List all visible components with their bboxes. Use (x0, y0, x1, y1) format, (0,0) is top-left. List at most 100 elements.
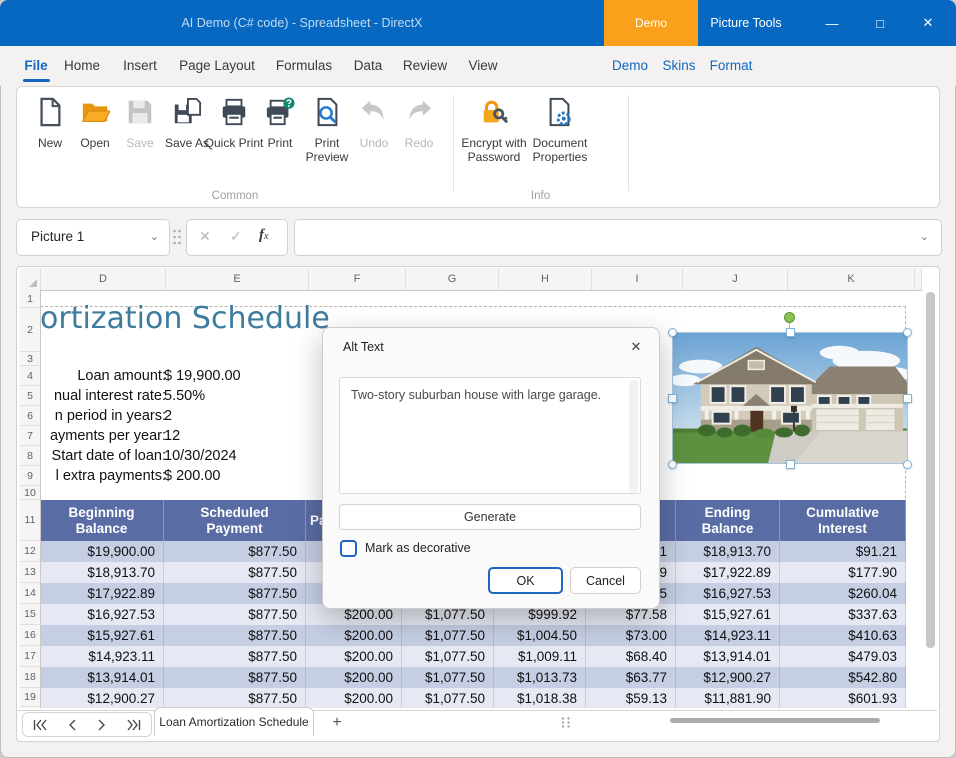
cell[interactable]: $16,927.53 (676, 583, 780, 604)
row-header[interactable]: 1 (20, 290, 40, 308)
minimize-button[interactable]: — (810, 0, 854, 46)
tab-data[interactable]: Data (348, 53, 388, 79)
loan-label[interactable]: l extra payments: (40, 466, 166, 486)
chevron-down-icon[interactable]: ⌄ (150, 230, 159, 243)
cell[interactable]: $200.00 (306, 625, 402, 646)
cell[interactable]: $16,927.53 (40, 604, 164, 625)
resize-handle-w[interactable] (668, 394, 677, 403)
previous-sheet-icon[interactable] (68, 719, 77, 731)
cell[interactable]: $14,923.11 (676, 625, 780, 646)
alt-text-textarea[interactable]: Two-story suburban house with large gara… (339, 377, 641, 494)
resize-handle-nw[interactable] (668, 328, 677, 337)
tab-demo[interactable]: Demo (610, 53, 650, 79)
table-header-cell[interactable]: Cumulative Interest (780, 500, 906, 541)
row-header[interactable]: 12 (20, 541, 40, 562)
cell[interactable]: $63.77 (586, 667, 676, 688)
cell[interactable]: $877.50 (164, 667, 306, 688)
row-header[interactable]: 6 (20, 406, 40, 426)
tab-view[interactable]: View (462, 53, 504, 79)
cell[interactable]: $479.03 (780, 646, 906, 667)
resize-handle-s[interactable] (786, 460, 795, 469)
cell[interactable]: $59.13 (586, 688, 676, 708)
row-header[interactable]: 3 (20, 352, 40, 366)
column-header-j[interactable]: J (683, 268, 788, 290)
cell[interactable]: $542.80 (780, 667, 906, 688)
column-header-k[interactable]: K (788, 268, 915, 290)
row-header[interactable]: 11 (20, 500, 40, 541)
column-header-h[interactable]: H (499, 268, 592, 290)
cell[interactable]: $1,077.50 (402, 646, 494, 667)
cell[interactable]: $877.50 (164, 646, 306, 667)
column-header-f[interactable]: F (309, 268, 406, 290)
tab-format[interactable]: Format (706, 53, 756, 79)
cancel-button[interactable]: Cancel (570, 567, 641, 594)
cell[interactable]: $1,018.38 (494, 688, 586, 708)
table-header-cell[interactable]: Beginning Balance (40, 500, 164, 541)
redo-button[interactable]: Redo (391, 93, 447, 185)
row-header[interactable]: 16 (20, 625, 40, 646)
resize-handle-e[interactable] (903, 394, 912, 403)
tab-insert[interactable]: Insert (118, 53, 162, 79)
tab-bar-drag-handle-icon[interactable] (560, 716, 572, 728)
row-header[interactable]: 13 (20, 562, 40, 583)
next-sheet-icon[interactable] (97, 719, 106, 731)
cell[interactable]: $12,900.27 (40, 688, 164, 708)
table-header-cell[interactable]: Scheduled Payment (164, 500, 306, 541)
column-header-e[interactable]: E (166, 268, 309, 290)
demo-tab-badge[interactable]: Demo (604, 0, 698, 46)
cell[interactable]: $1,077.50 (402, 667, 494, 688)
row-header[interactable]: 5 (20, 386, 40, 406)
formula-bar-input[interactable]: ⌄ (294, 219, 942, 256)
cell[interactable]: $200.00 (306, 688, 402, 708)
row-header[interactable]: 7 (20, 426, 40, 446)
cell[interactable]: $17,922.89 (40, 583, 164, 604)
add-sheet-button[interactable]: + (326, 711, 348, 735)
vertical-scrollbar[interactable] (926, 292, 935, 648)
cell[interactable]: $260.04 (780, 583, 906, 604)
row-header[interactable]: 15 (20, 604, 40, 625)
mark-decorative-checkbox[interactable] (340, 540, 357, 557)
cell[interactable]: $13,914.01 (676, 646, 780, 667)
picture-tools-tab[interactable]: Picture Tools (700, 0, 792, 46)
resize-handle-n[interactable] (786, 328, 795, 337)
tab-file[interactable]: File (20, 53, 52, 79)
row-header[interactable]: 2 (20, 308, 40, 352)
encrypt-with-password-button[interactable]: Encrypt with Password (459, 93, 529, 185)
cell[interactable]: $91.21 (780, 541, 906, 562)
cell[interactable]: $18,913.70 (676, 541, 780, 562)
cell[interactable]: $877.50 (164, 688, 306, 708)
cancel-icon[interactable]: ✕ (199, 228, 211, 245)
cell[interactable]: $11,881.90 (676, 688, 780, 708)
chevron-down-icon[interactable]: ⌄ (920, 230, 929, 243)
cell[interactable]: $13,914.01 (40, 667, 164, 688)
loan-label[interactable]: Loan amount: (40, 366, 166, 386)
select-all-corner[interactable] (20, 268, 41, 290)
first-sheet-icon[interactable] (33, 719, 48, 731)
horizontal-scrollbar[interactable] (670, 718, 880, 723)
resize-handle-se[interactable] (903, 460, 912, 469)
cell[interactable]: $877.50 (164, 583, 306, 604)
tab-formulas[interactable]: Formulas (272, 53, 336, 79)
cell[interactable]: $410.63 (780, 625, 906, 646)
column-header-i[interactable]: I (592, 268, 683, 290)
row-header[interactable]: 19 (20, 688, 40, 707)
house-picture[interactable] (672, 332, 908, 464)
cell[interactable]: $877.50 (164, 562, 306, 583)
column-header-d[interactable]: D (41, 268, 166, 290)
row-header[interactable]: 14 (20, 583, 40, 604)
insert-function-icon[interactable]: fx (259, 226, 268, 244)
cell[interactable]: $177.90 (780, 562, 906, 583)
ok-button[interactable]: OK (488, 567, 563, 594)
name-box[interactable]: Picture 1 ⌄ (16, 219, 170, 256)
tab-skins[interactable]: Skins (658, 53, 700, 79)
row-header[interactable]: 18 (20, 667, 40, 688)
column-header-g[interactable]: G (406, 268, 499, 290)
loan-value[interactable]: $ 200.00 (164, 466, 220, 486)
textarea-scrollbar[interactable] (629, 380, 638, 493)
cell[interactable]: $19,900.00 (40, 541, 164, 562)
loan-value[interactable]: 5.50% (164, 386, 205, 406)
row-header[interactable]: 17 (20, 646, 40, 667)
cell[interactable]: $200.00 (306, 646, 402, 667)
loan-value[interactable]: 2 (164, 406, 172, 426)
row-header[interactable]: 4 (20, 366, 40, 386)
